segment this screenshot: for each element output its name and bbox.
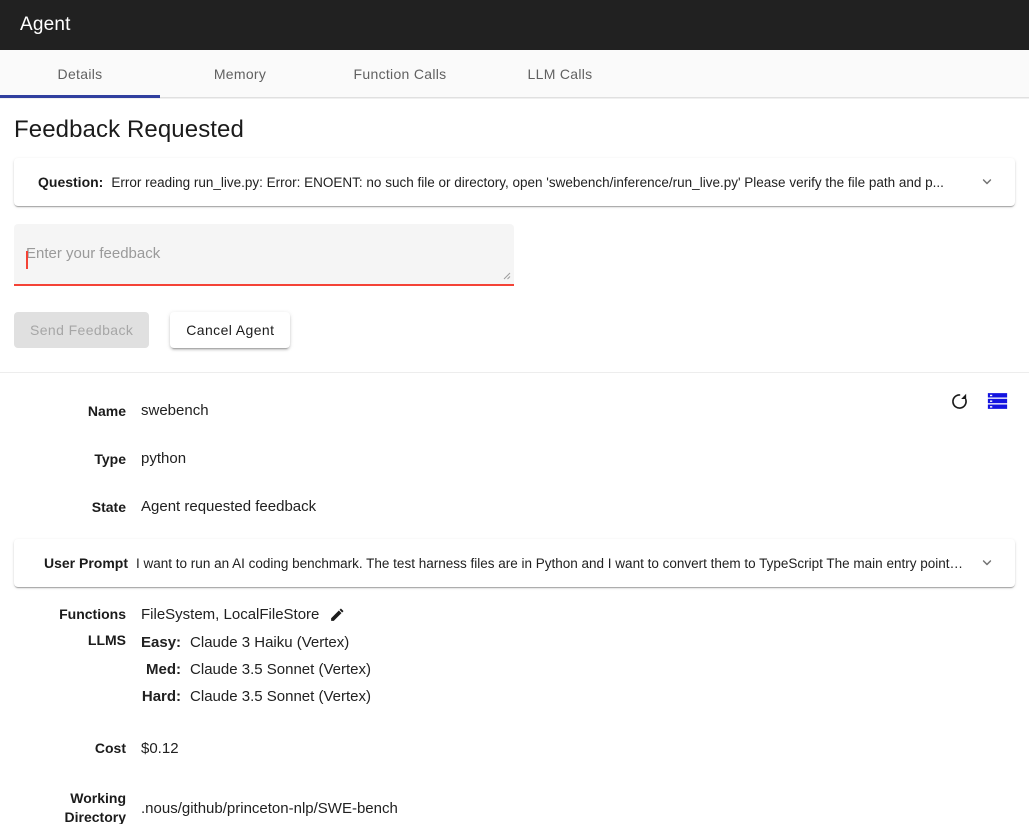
user-prompt-row: User Prompt I want to run an AI coding b… <box>0 539 1029 587</box>
cost-value: $0.12 <box>141 739 179 758</box>
feedback-input[interactable] <box>26 224 502 284</box>
app-toolbar: Agent <box>0 0 1029 50</box>
llm-tier-easy: Easy: <box>141 631 190 658</box>
llm-row-med: Med: Claude 3.5 Sonnet (Vertex) <box>141 658 371 685</box>
functions-value: FileSystem, LocalFileStore <box>141 605 319 624</box>
llm-model-med: Claude 3.5 Sonnet (Vertex) <box>190 658 371 685</box>
question-text: Error reading run_live.py: Error: ENOENT… <box>111 175 965 190</box>
detail-row-state: State Agent requested feedback <box>0 483 1029 531</box>
working-directory-value: .nous/github/princeton-nlp/SWE-bench <box>141 799 398 818</box>
name-label: Name <box>0 387 126 435</box>
feedback-actions: Send Feedback Cancel Agent <box>14 312 1029 348</box>
llm-model-easy: Claude 3 Haiku (Vertex) <box>190 631 371 658</box>
type-label: Type <box>0 435 126 483</box>
active-tab-indicator <box>0 95 160 98</box>
user-prompt-expansion-panel[interactable]: User Prompt I want to run an AI coding b… <box>14 539 1015 587</box>
llm-tier-med: Med: <box>141 658 190 685</box>
state-value: Agent requested feedback <box>141 483 316 531</box>
detail-row-functions: Functions FileSystem, LocalFileStore <box>0 599 1029 629</box>
tab-memory[interactable]: Memory <box>160 50 320 98</box>
cancel-agent-button[interactable]: Cancel Agent <box>170 312 290 348</box>
detail-row-working-directory: Working Directory .nous/github/princeton… <box>0 784 1029 824</box>
llm-tier-hard: Hard: <box>141 685 190 712</box>
user-prompt-label: User Prompt <box>44 555 128 571</box>
detail-row-llms: LLMS Easy: Claude 3 Haiku (Vertex) Med: … <box>0 631 1029 712</box>
working-directory-label-line1: Working <box>0 789 126 808</box>
cost-label: Cost <box>0 739 126 758</box>
tab-bar: Details Memory Function Calls LLM Calls <box>0 50 1029 98</box>
working-directory-label-line2: Directory <box>0 808 126 824</box>
functions-value-container: FileSystem, LocalFileStore <box>141 605 346 624</box>
state-label: State <box>0 483 126 531</box>
llm-model-hard: Claude 3.5 Sonnet (Vertex) <box>190 685 371 712</box>
functions-label: Functions <box>0 605 126 624</box>
question-expansion-panel[interactable]: Question: Error reading run_live.py: Err… <box>14 158 1015 206</box>
llm-row-easy: Easy: Claude 3 Haiku (Vertex) <box>141 631 371 658</box>
refresh-icon[interactable] <box>947 389 971 413</box>
details-action-icons <box>947 389 1009 413</box>
send-feedback-button[interactable]: Send Feedback <box>14 312 149 348</box>
working-directory-label: Working Directory <box>0 789 126 824</box>
chevron-down-icon[interactable] <box>975 551 999 575</box>
feedback-input-container[interactable] <box>14 224 514 286</box>
question-label: Question: <box>38 174 103 190</box>
name-value: swebench <box>141 387 209 435</box>
text-caret <box>26 251 28 269</box>
user-prompt-text: I want to run an AI coding benchmark. Th… <box>136 556 965 571</box>
app-title: Agent <box>20 14 71 36</box>
database-icon[interactable] <box>985 389 1009 413</box>
tab-llm-calls[interactable]: LLM Calls <box>480 50 640 98</box>
tab-details[interactable]: Details <box>0 50 160 98</box>
llms-table: Easy: Claude 3 Haiku (Vertex) Med: Claud… <box>141 631 371 712</box>
feedback-form-field <box>14 224 514 286</box>
llm-row-hard: Hard: Claude 3.5 Sonnet (Vertex) <box>141 685 371 712</box>
tab-function-calls[interactable]: Function Calls <box>320 50 480 98</box>
llms-value-container: Easy: Claude 3 Haiku (Vertex) Med: Claud… <box>141 631 371 712</box>
chevron-down-icon[interactable] <box>975 170 999 194</box>
detail-row-cost: Cost $0.12 <box>0 724 1029 772</box>
llms-label: LLMS <box>0 631 126 650</box>
feedback-section-title: Feedback Requested <box>14 116 1029 144</box>
agent-details: Name swebench Type python State Agent re… <box>0 373 1029 824</box>
edit-pencil-icon[interactable] <box>329 606 346 623</box>
detail-row-type: Type python <box>0 435 1029 483</box>
detail-row-name: Name swebench <box>0 387 1029 435</box>
type-value: python <box>141 435 186 483</box>
page-content: Feedback Requested Question: Error readi… <box>0 116 1029 824</box>
